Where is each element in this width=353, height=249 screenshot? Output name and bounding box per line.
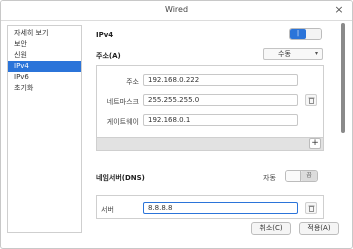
settings-sidebar: 자세히 보기 보안 신원 IPv4 IPv6 초기화 xyxy=(7,25,82,233)
dns-panel: 서버 8.8.8.8 xyxy=(96,195,324,219)
trash-icon xyxy=(308,205,315,212)
sidebar-item-ipv4[interactable]: IPv4 xyxy=(8,61,81,72)
content-scrollbar[interactable] xyxy=(339,21,348,231)
netmask-field[interactable]: 255.255.255.0 xyxy=(143,94,298,106)
netmask-label: 네트마스크 xyxy=(106,98,139,106)
scrollbar-thumb[interactable] xyxy=(341,23,345,133)
sidebar-item-reset[interactable]: 초기화 xyxy=(8,83,81,94)
address-field[interactable]: 192.168.0.222 xyxy=(143,74,298,86)
toggle-on-indicator: | xyxy=(290,29,306,39)
dns-server-label: 서버 xyxy=(101,206,114,214)
sidebar-item-details[interactable]: 자세히 보기 xyxy=(8,28,81,39)
dns-auto-label: 자동 xyxy=(263,174,276,182)
ipv4-enable-toggle[interactable]: | xyxy=(289,28,322,40)
delete-address-button[interactable] xyxy=(305,94,317,106)
address-section-label: 주소(A) xyxy=(96,52,121,60)
dns-auto-toggle[interactable]: 끔 xyxy=(285,170,318,182)
delete-dns-button[interactable] xyxy=(305,202,317,214)
address-panel: 주소 192.168.0.222 네트마스크 255.255.255.0 게이트… xyxy=(96,65,324,151)
address-label: 주소 xyxy=(126,78,139,86)
plus-icon: + xyxy=(311,138,319,148)
close-icon[interactable]: × xyxy=(332,4,346,16)
gateway-field[interactable]: 192.168.0.1 xyxy=(143,114,298,126)
dns-server-field[interactable]: 8.8.8.8 xyxy=(143,202,298,214)
ipv4-heading: IPv4 xyxy=(96,31,114,39)
sidebar-item-security[interactable]: 보안 xyxy=(8,39,81,50)
address-add-bar: + xyxy=(97,137,323,150)
network-settings-window: Wired × 자세히 보기 보안 신원 IPv4 IPv6 초기화 IPv4 … xyxy=(0,0,353,249)
sidebar-item-ipv6[interactable]: IPv6 xyxy=(8,72,81,83)
address-method-value: 수동 xyxy=(278,50,291,58)
window-title: Wired xyxy=(164,5,189,14)
apply-button[interactable]: 적용(A) xyxy=(299,222,339,235)
toggle-off-indicator: 끔 xyxy=(301,171,317,181)
dns-section-label: 네임서버(DNS) xyxy=(96,174,145,182)
add-address-button[interactable]: + xyxy=(309,138,321,149)
title-bar: Wired × xyxy=(1,1,352,21)
chevron-down-icon: ▾ xyxy=(314,50,318,57)
gateway-label: 게이트웨이 xyxy=(106,118,139,126)
sidebar-item-identity[interactable]: 신원 xyxy=(8,50,81,61)
trash-icon xyxy=(308,97,315,104)
address-method-dropdown[interactable]: 수동 ▾ xyxy=(263,48,323,60)
cancel-button[interactable]: 취소(C) xyxy=(251,222,291,235)
